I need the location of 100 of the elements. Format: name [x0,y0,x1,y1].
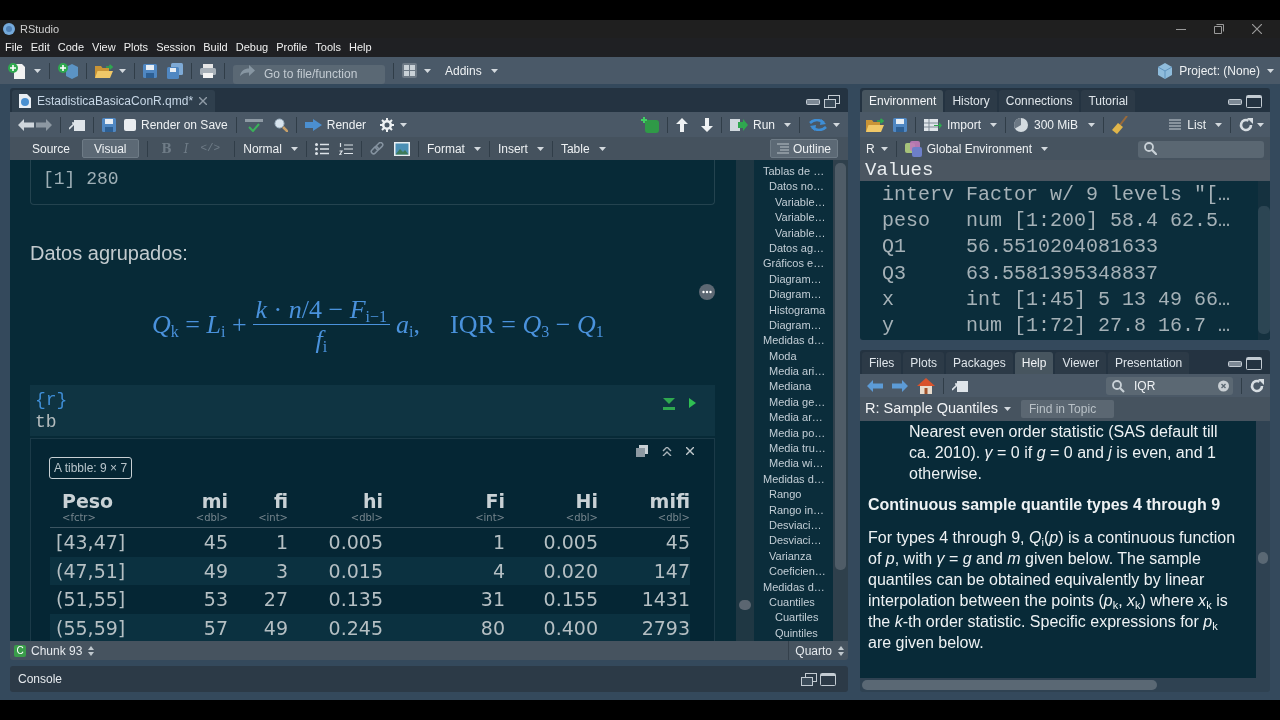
outline-item[interactable]: Mediana [769,379,812,395]
outline-item[interactable]: Media ge… [769,394,826,411]
find-field[interactable]: Find in Topic [1021,400,1114,418]
column-name[interactable]: mi [201,490,228,512]
save-all-icon[interactable] [167,62,183,79]
outline-item[interactable]: Variable… [775,225,826,241]
scope-menu[interactable]: Global Environment [904,139,1049,158]
outline-item[interactable]: Medidas d… [763,471,825,488]
editor-tab[interactable]: EstadisticaBasicaConR.qmd* [12,90,216,112]
caret-icon[interactable] [784,122,791,127]
caret-icon[interactable] [490,68,498,73]
render-button[interactable]: Render [304,115,367,134]
layers-icon[interactable] [904,140,922,157]
outline-item[interactable]: Medidas d… [763,579,825,595]
menu-item[interactable]: Help [349,38,372,57]
outline-item[interactable]: Variable… [775,210,826,226]
import-icon[interactable] [924,117,942,132]
caret-icon[interactable] [473,146,481,151]
search-icon[interactable] [1144,142,1157,155]
minimize-icon[interactable] [1176,28,1186,30]
bullet-list-icon[interactable] [314,142,329,155]
pane-tab[interactable]: Packages [946,352,1013,374]
caret-icon[interactable] [290,146,298,151]
outline-item[interactable]: Varianza [769,548,812,565]
language-menu[interactable]: R [866,139,888,158]
outline-item[interactable]: Moda [769,348,797,365]
mode-toggle[interactable]: Source [20,139,83,158]
folder-open-icon[interactable] [866,117,884,132]
pane-tab[interactable]: History [945,90,997,112]
project-cube-icon[interactable] [1158,62,1173,79]
copy-icon[interactable] [636,445,648,457]
run-icon[interactable] [730,118,748,131]
new-project-icon[interactable] [58,62,78,79]
pane-tab[interactable]: Viewer [1055,352,1106,374]
pane-tab[interactable]: Environment [862,90,944,112]
menu-button[interactable]: Table [560,139,606,158]
outline-item[interactable]: Cuantiles [769,594,815,611]
outline-item[interactable]: Rango in… [769,502,825,518]
search-field[interactable] [1138,140,1264,158]
scrollbar-thumb[interactable] [739,600,751,610]
outline-item[interactable]: Media tru… [769,441,826,457]
menu-button[interactable]: Insert [497,139,544,158]
view-menu[interactable]: List [1169,115,1222,134]
chunk-menu[interactable]: Chunk 93 [31,641,95,660]
down-arrow-icon[interactable] [701,117,713,132]
topic-menu[interactable]: R: Sample Quantiles [865,398,1011,420]
broom-icon[interactable] [1112,115,1129,134]
scrollbar[interactable] [1256,421,1270,678]
outline-item[interactable]: Histograma [769,302,826,318]
doc-type-menu[interactable]: Quarto [788,641,848,660]
pane-title[interactable]: Console [18,670,63,688]
outline-item[interactable]: Media po… [769,425,826,442]
outline-item[interactable]: Diagram… [769,287,822,303]
caret-icon[interactable] [34,68,41,73]
menu-item[interactable]: Code [57,38,84,57]
home-icon[interactable] [917,377,935,394]
gear-icon[interactable] [380,117,395,132]
caret-icon[interactable] [1004,407,1011,411]
column-name[interactable]: Peso [62,490,114,512]
caret-icon[interactable] [536,146,544,151]
caret-icon[interactable] [400,122,408,127]
outline-item[interactable]: Media ar… [769,410,823,426]
grid-icon[interactable] [402,63,417,78]
pie-icon[interactable] [1014,117,1028,132]
restore-icon[interactable] [1214,24,1224,34]
scrollbar[interactable] [833,160,848,641]
tab-close-icon[interactable] [199,97,208,105]
caret-icon[interactable] [880,146,888,151]
scrollbar-thumb[interactable] [862,680,1157,690]
outline-item[interactable]: Diagram… [769,317,822,334]
scrollbar[interactable] [736,160,754,641]
minimize-pane-icon[interactable] [1228,360,1242,367]
caret-icon[interactable] [1267,68,1274,73]
column-name[interactable]: Hi [575,490,598,512]
column-name[interactable]: fi [273,490,288,512]
column-name[interactable]: hi [362,490,383,512]
scrollbar-thumb[interactable] [1258,206,1270,334]
addins-menu[interactable]: Addins [445,61,498,80]
outline-item[interactable]: Coeficien… [769,564,826,580]
outline-item[interactable]: Media ari… [769,364,826,380]
menu-item[interactable]: Session [156,38,196,57]
popout-icon[interactable] [69,118,85,131]
restore-pane-icon[interactable] [824,95,840,108]
caret-icon[interactable] [990,122,997,127]
caret-icon[interactable] [1088,122,1096,127]
file-icon[interactable] [19,94,31,108]
close-icon[interactable] [1252,24,1262,34]
back-arrow-icon[interactable] [18,118,34,131]
folder-open-icon[interactable] [95,63,113,78]
play-icon[interactable] [689,398,696,408]
outline-item[interactable]: Media wi… [769,456,824,472]
checkbox-label[interactable]: Render on Save [141,115,228,134]
import-menu[interactable]: Import [924,115,997,134]
outline-item[interactable]: Variable… [775,194,826,211]
checkbox[interactable] [124,118,136,131]
popout-icon[interactable] [952,379,968,392]
outline-item[interactable]: Diagram… [769,271,822,288]
scrollbar[interactable] [860,678,1270,692]
maximize-pane-icon[interactable] [1246,95,1262,108]
scrollbar[interactable] [1258,181,1270,340]
